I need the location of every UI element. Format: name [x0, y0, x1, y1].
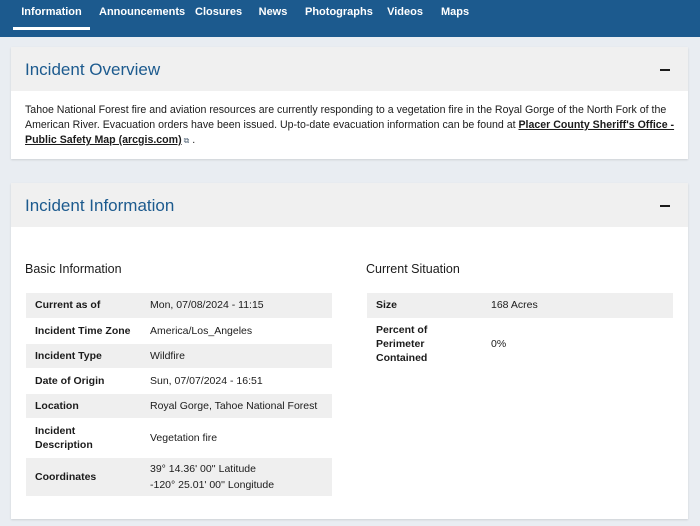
- row-key: Size: [367, 293, 482, 319]
- tab-videos[interactable]: Videos: [386, 0, 424, 37]
- current-situation-table: Size 168 Acres Percent of Perimeter Cont…: [367, 293, 673, 371]
- row-value: Mon, 07/08/2024 - 11:15: [141, 293, 332, 319]
- row-value: Vegetation fire: [141, 418, 332, 458]
- tab-information[interactable]: Information: [13, 0, 90, 30]
- table-row: Incident Type Wildfire: [26, 343, 332, 369]
- collapse-icon[interactable]: [660, 205, 670, 207]
- incident-information-title: Incident Information: [25, 196, 175, 215]
- row-key: Date of Origin: [26, 368, 141, 394]
- basic-information-heading: Basic Information: [25, 262, 122, 276]
- row-key: Coordinates: [26, 457, 141, 497]
- tab-photographs[interactable]: Photographs: [305, 0, 373, 37]
- incident-information-header[interactable]: Incident Information: [11, 183, 688, 227]
- row-value: 168 Acres: [482, 293, 673, 319]
- tab-announcements[interactable]: Announcements: [99, 0, 185, 37]
- row-key: Location: [26, 393, 141, 419]
- current-situation-heading: Current Situation: [366, 262, 460, 276]
- table-row: Size 168 Acres: [367, 293, 673, 319]
- tab-closures[interactable]: Closures: [195, 0, 242, 37]
- row-key: Current as of: [26, 293, 141, 319]
- longitude-value: -120° 25.01' 00'' Longitude: [150, 478, 275, 491]
- row-key: Incident Time Zone: [26, 318, 141, 344]
- top-navigation: Information Announcements Closures News …: [0, 0, 700, 37]
- table-row: Current as of Mon, 07/08/2024 - 11:15: [26, 293, 332, 319]
- incident-overview-header[interactable]: Incident Overview: [11, 47, 688, 91]
- tab-maps[interactable]: Maps: [440, 0, 470, 37]
- row-value: America/Los_Angeles: [141, 318, 332, 344]
- row-value: 39° 14.36' 00'' Latitude -120° 25.01' 00…: [141, 457, 332, 497]
- incident-overview-title: Incident Overview: [25, 60, 161, 79]
- latitude-value: 39° 14.36' 00'' Latitude: [150, 462, 256, 475]
- basic-information-table: Current as of Mon, 07/08/2024 - 11:15 In…: [26, 293, 332, 497]
- row-value: Wildfire: [141, 343, 332, 369]
- row-value: Sun, 07/07/2024 - 16:51: [141, 368, 332, 394]
- incident-information-card: Incident Information Basic Information C…: [11, 183, 688, 519]
- row-key: Percent of Perimeter Contained: [367, 318, 482, 371]
- table-row: Incident Description Vegetation fire: [26, 418, 332, 458]
- row-value: 0%: [482, 318, 673, 371]
- overview-text-end: .: [189, 134, 196, 146]
- table-row: Location Royal Gorge, Tahoe National For…: [26, 393, 332, 419]
- collapse-icon[interactable]: [660, 69, 670, 71]
- tab-news[interactable]: News: [258, 0, 288, 37]
- row-key: Incident Type: [26, 343, 141, 369]
- table-row: Incident Time Zone America/Los_Angeles: [26, 318, 332, 344]
- table-row: Date of Origin Sun, 07/07/2024 - 16:51: [26, 368, 332, 394]
- incident-overview-card: Incident Overview Tahoe National Forest …: [11, 47, 688, 159]
- overview-description: Tahoe National Forest fire and aviation …: [25, 103, 677, 148]
- row-value: Royal Gorge, Tahoe National Forest: [141, 393, 332, 419]
- row-key: Incident Description: [26, 418, 141, 458]
- table-row: Percent of Perimeter Contained 0%: [367, 318, 673, 371]
- table-row: Coordinates 39° 14.36' 00'' Latitude -12…: [26, 457, 332, 497]
